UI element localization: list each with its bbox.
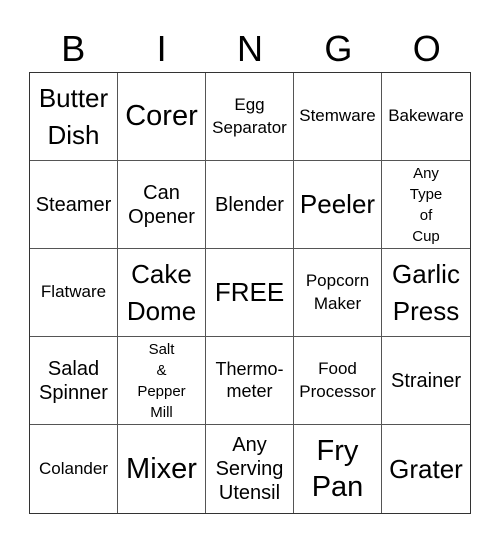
cell-label: Stemware [299, 106, 376, 126]
header-letter-i: I [156, 28, 167, 69]
bingo-cell-o1[interactable]: Bakeware [382, 73, 470, 161]
bingo-cell-b3[interactable]: Flatware [30, 249, 118, 337]
cell-label: Colander [39, 458, 108, 478]
header-letter-n: N [236, 28, 263, 69]
bingo-cell-o3[interactable]: Garlic Press [382, 249, 470, 337]
bingo-cell-i3[interactable]: Cake Dome [118, 249, 206, 337]
bingo-header: B I N G O [29, 26, 471, 72]
cell-label: Any Type of Cup [409, 164, 443, 245]
header-letter-g: G [324, 28, 353, 69]
cell-label: Bakeware [388, 106, 464, 126]
bingo-cell-n3[interactable]: FREE [206, 249, 294, 337]
cell-label: Egg Separator [212, 95, 287, 137]
cell-label: Cake Dome [126, 259, 197, 326]
bingo-cell-i2[interactable]: Can Opener [118, 161, 206, 249]
bingo-cell-i4[interactable]: Salt & Pepper Mill [118, 337, 206, 425]
bingo-cell-n2[interactable]: Blender [206, 161, 294, 249]
cell-label: Salt & Pepper Mill [137, 340, 186, 421]
bingo-cell-g5[interactable]: Fry Pan [294, 425, 382, 513]
bingo-cell-b2[interactable]: Steamer [30, 161, 118, 249]
bingo-cell-b1[interactable]: Butter Dish [30, 73, 118, 161]
cell-label: Salad Spinner [39, 357, 108, 404]
cell-label: Steamer [35, 193, 112, 216]
bingo-cell-g2[interactable]: Peeler [294, 161, 382, 249]
cell-label: Grater [389, 453, 463, 484]
bingo-cell-i5[interactable]: Mixer [118, 425, 206, 513]
cell-label: Mixer [126, 452, 197, 485]
bingo-cell-n5[interactable]: Any Serving Utensil [206, 425, 294, 513]
bingo-cell-n4[interactable]: Thermo- meter [206, 337, 294, 425]
cell-label: Blender [215, 193, 284, 216]
cell-label: Strainer [390, 369, 462, 392]
bingo-cell-i1[interactable]: Corer [118, 73, 206, 161]
cell-label: Flatware [40, 282, 107, 302]
bingo-cell-o2[interactable]: Any Type of Cup [382, 161, 470, 249]
bingo-cell-b5[interactable]: Colander [30, 425, 118, 513]
cell-label: Corer [125, 100, 198, 133]
cell-label: Fry Pan [311, 434, 364, 503]
bingo-cell-g1[interactable]: Stemware [294, 73, 382, 161]
cell-label: Popcorn Maker [305, 271, 370, 313]
header-letter-b: B [61, 28, 86, 69]
bingo-cell-g4[interactable]: Food Processor [294, 337, 382, 425]
cell-label: FREE [214, 277, 285, 308]
bingo-cell-o5[interactable]: Grater [382, 425, 470, 513]
cell-label: Can Opener [128, 181, 195, 228]
header-letter-o: O [412, 28, 441, 69]
bingo-cell-o4[interactable]: Strainer [382, 337, 470, 425]
bingo-cell-b4[interactable]: Salad Spinner [30, 337, 118, 425]
cell-label: Peeler [299, 189, 376, 220]
bingo-cell-n1[interactable]: Egg Separator [206, 73, 294, 161]
cell-label: Thermo- meter [215, 358, 284, 401]
bingo-cell-g3[interactable]: Popcorn Maker [294, 249, 382, 337]
bingo-grid: Butter Dish Corer Egg Separator Stemware Bak… [29, 72, 471, 514]
cell-label: Garlic Press [392, 259, 460, 326]
cell-label: Butter Dish [38, 83, 109, 150]
cell-label: Any Serving Utensil [215, 434, 284, 504]
cell-label: Food Processor [299, 359, 376, 401]
